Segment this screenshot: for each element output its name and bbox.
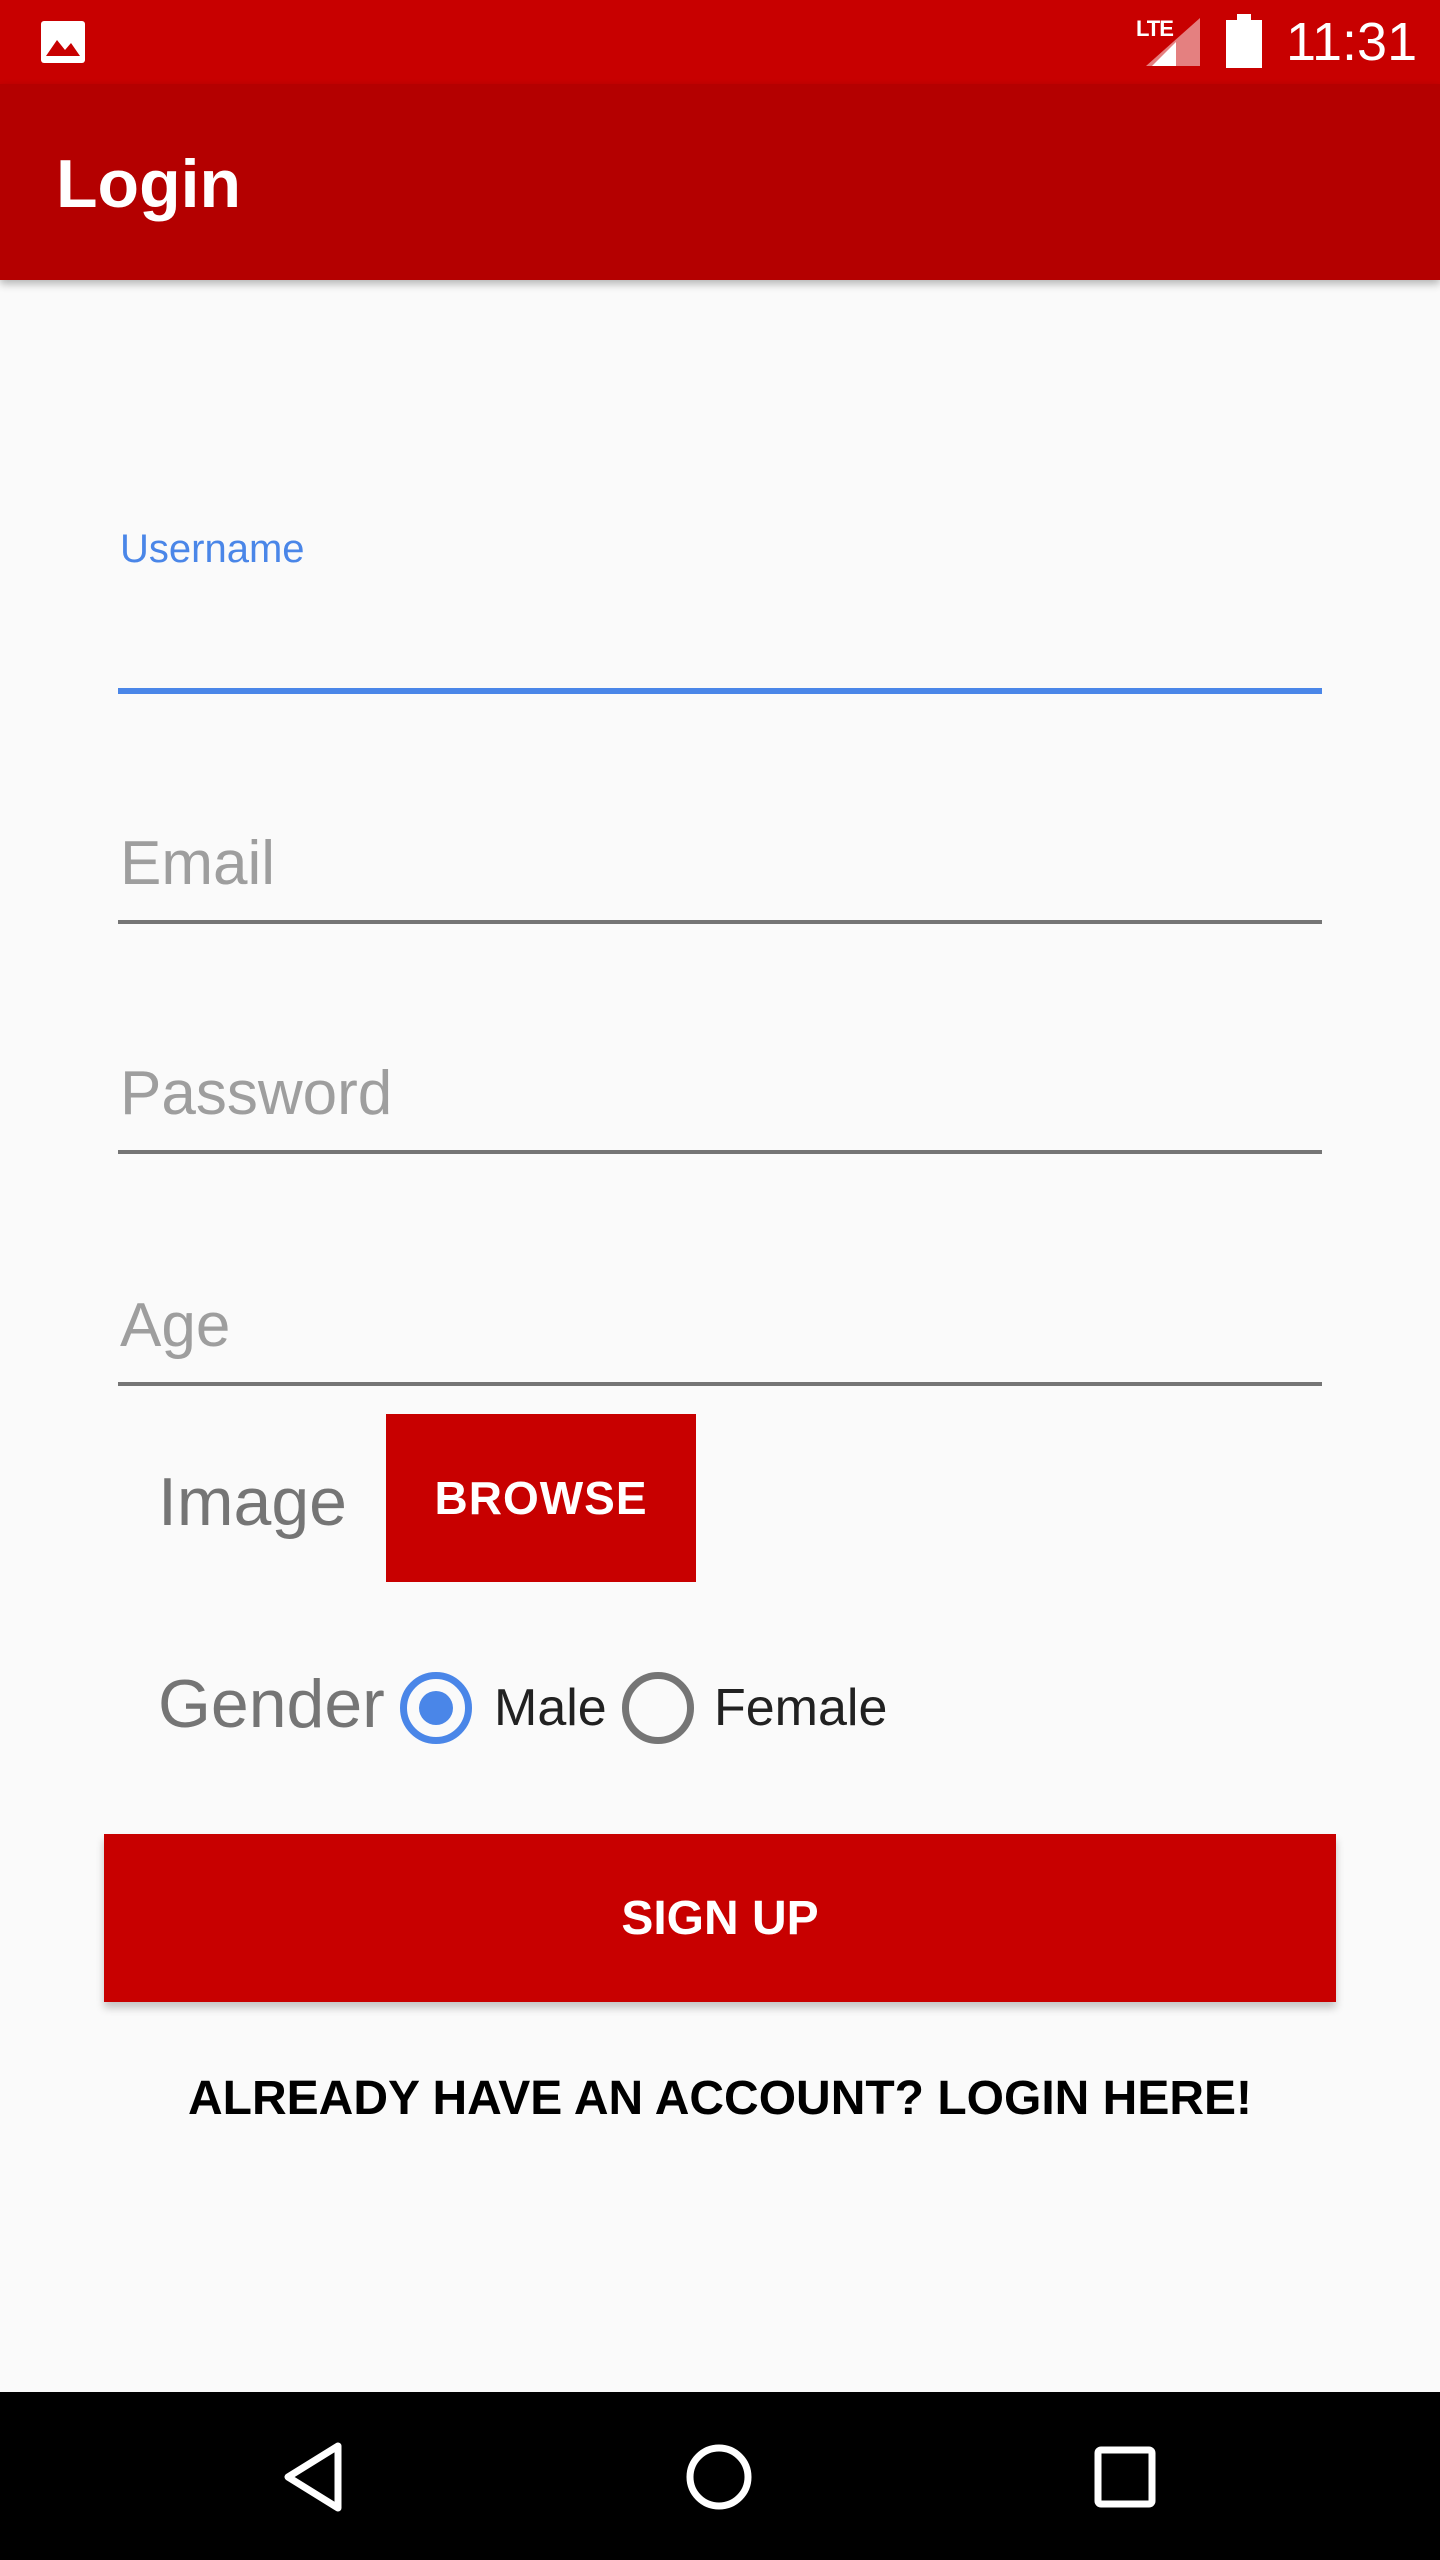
status-bar: LTE 11:31 <box>0 0 1440 84</box>
image-label: Image <box>158 1464 347 1540</box>
gallery-icon <box>41 21 85 63</box>
browse-button[interactable]: BROWSE <box>386 1414 696 1582</box>
back-icon[interactable] <box>270 2432 360 2522</box>
nav-bar <box>0 2392 1440 2560</box>
email-field[interactable]: Email <box>118 828 1322 928</box>
email-placeholder: Email <box>120 829 276 898</box>
battery-icon <box>1226 14 1262 68</box>
password-underline <box>118 1150 1322 1154</box>
age-underline <box>118 1382 1322 1386</box>
email-underline <box>118 920 1322 924</box>
username-field[interactable]: Username <box>118 520 1322 700</box>
radio-male[interactable] <box>400 1672 472 1744</box>
radio-female[interactable] <box>622 1672 694 1744</box>
username-label: Username <box>120 527 305 571</box>
username-underline <box>118 688 1322 694</box>
radio-male-label[interactable]: Male <box>494 1676 607 1740</box>
login-link[interactable]: ALREADY HAVE AN ACCOUNT? LOGIN HERE! <box>0 2064 1440 2134</box>
status-time: 11:31 <box>1286 12 1418 72</box>
signal-icon <box>1146 18 1200 66</box>
home-icon[interactable] <box>674 2432 764 2522</box>
gender-label: Gender <box>158 1666 385 1742</box>
app-bar: Login <box>0 84 1440 280</box>
radio-female-label[interactable]: Female <box>714 1676 887 1740</box>
signup-button[interactable]: SIGN UP <box>104 1834 1336 2002</box>
page-title: Login <box>56 146 242 222</box>
password-placeholder: Password <box>120 1059 393 1128</box>
radio-selected-dot <box>419 1691 453 1725</box>
age-field[interactable]: Age <box>118 1290 1322 1390</box>
recents-icon[interactable] <box>1080 2432 1170 2522</box>
password-field[interactable]: Password <box>118 1058 1322 1158</box>
age-placeholder: Age <box>120 1291 231 1360</box>
